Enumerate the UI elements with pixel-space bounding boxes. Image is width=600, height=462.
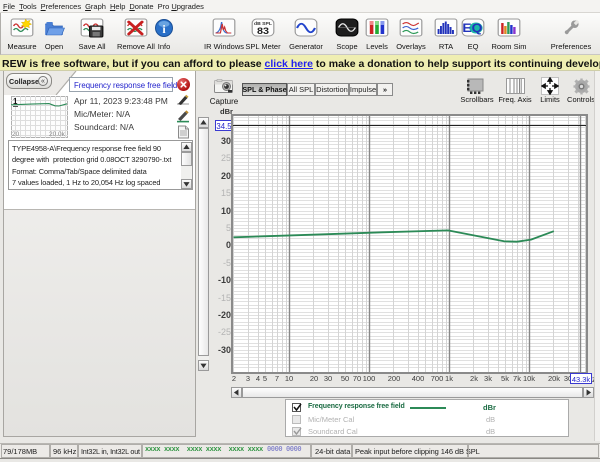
svg-text:dB SPL: dB SPL xyxy=(254,21,272,26)
svg-text:83: 83 xyxy=(257,27,270,37)
svg-text:20: 20 xyxy=(12,131,20,138)
svg-text:EQ: EQ xyxy=(462,22,482,35)
svg-text:1: 1 xyxy=(13,97,18,106)
svg-text:20.0k: 20.0k xyxy=(49,131,66,138)
